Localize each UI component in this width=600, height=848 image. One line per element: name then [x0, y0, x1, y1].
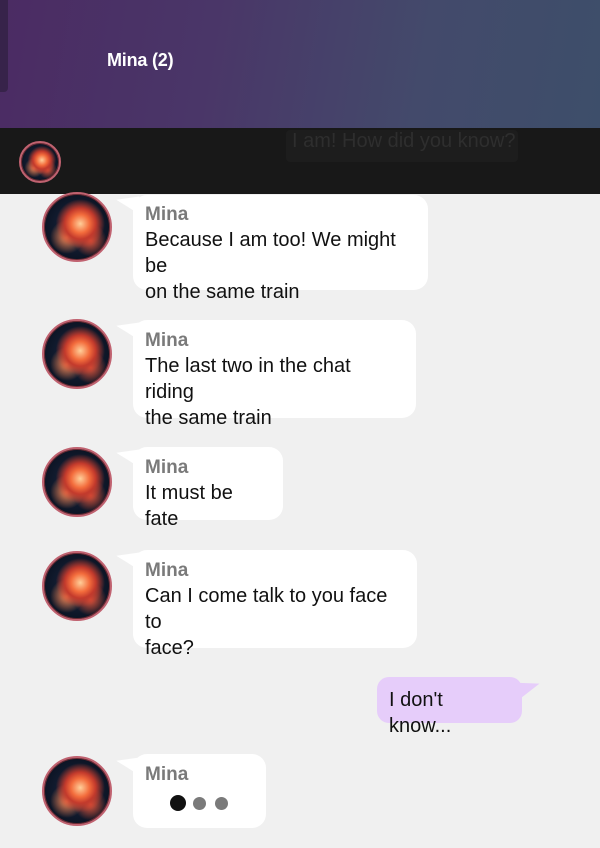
sender-avatar[interactable]: [42, 756, 112, 826]
sender-name: Mina: [145, 764, 189, 785]
chat-title[interactable]: Mina (2): [107, 50, 174, 71]
sender-avatar[interactable]: [42, 447, 112, 517]
message-text-line: on the same train: [145, 281, 300, 303]
typing-dot-icon: [170, 795, 186, 811]
message-bubble: Mina Can I come talk to you face to face…: [133, 550, 417, 659]
message-bubble: Mina It must be fate: [133, 447, 283, 530]
message-text-line: Because I am too! We might be: [145, 229, 396, 277]
sender-name: Mina: [145, 204, 189, 225]
sender-avatar[interactable]: [42, 192, 112, 262]
my-bubble-tail: [516, 675, 542, 699]
sender-avatar[interactable]: [42, 319, 112, 389]
sender-name: Mina: [145, 457, 189, 478]
chat-header: Mina (2): [0, 0, 600, 128]
faded-message: I am! How did you know?: [286, 130, 518, 162]
participant-avatar[interactable]: [19, 141, 61, 183]
sender-avatar[interactable]: [42, 551, 112, 621]
message-text-line: It must be fate: [145, 482, 233, 530]
typing-dot-icon: [215, 797, 228, 810]
message-text-line: face?: [145, 637, 194, 659]
my-message-text: I don't know...: [389, 689, 452, 737]
message-bubble: Mina The last two in the chat riding the…: [133, 320, 416, 429]
message-text-line: the same train: [145, 407, 272, 429]
typing-dot-icon: [193, 797, 206, 810]
header-edge-tab[interactable]: [0, 0, 8, 92]
message-bubble: Mina Because I am too! We might be on th…: [133, 195, 428, 303]
message-text-line: Can I come talk to you face to: [145, 585, 388, 633]
typing-bubble: Mina: [133, 754, 266, 828]
sender-name: Mina: [145, 560, 189, 581]
participant-strip: I am! How did you know?: [0, 128, 600, 194]
message-text-line: The last two in the chat riding: [145, 355, 351, 403]
my-message-bubble: I don't know...: [377, 677, 522, 737]
sender-name: Mina: [145, 330, 189, 351]
